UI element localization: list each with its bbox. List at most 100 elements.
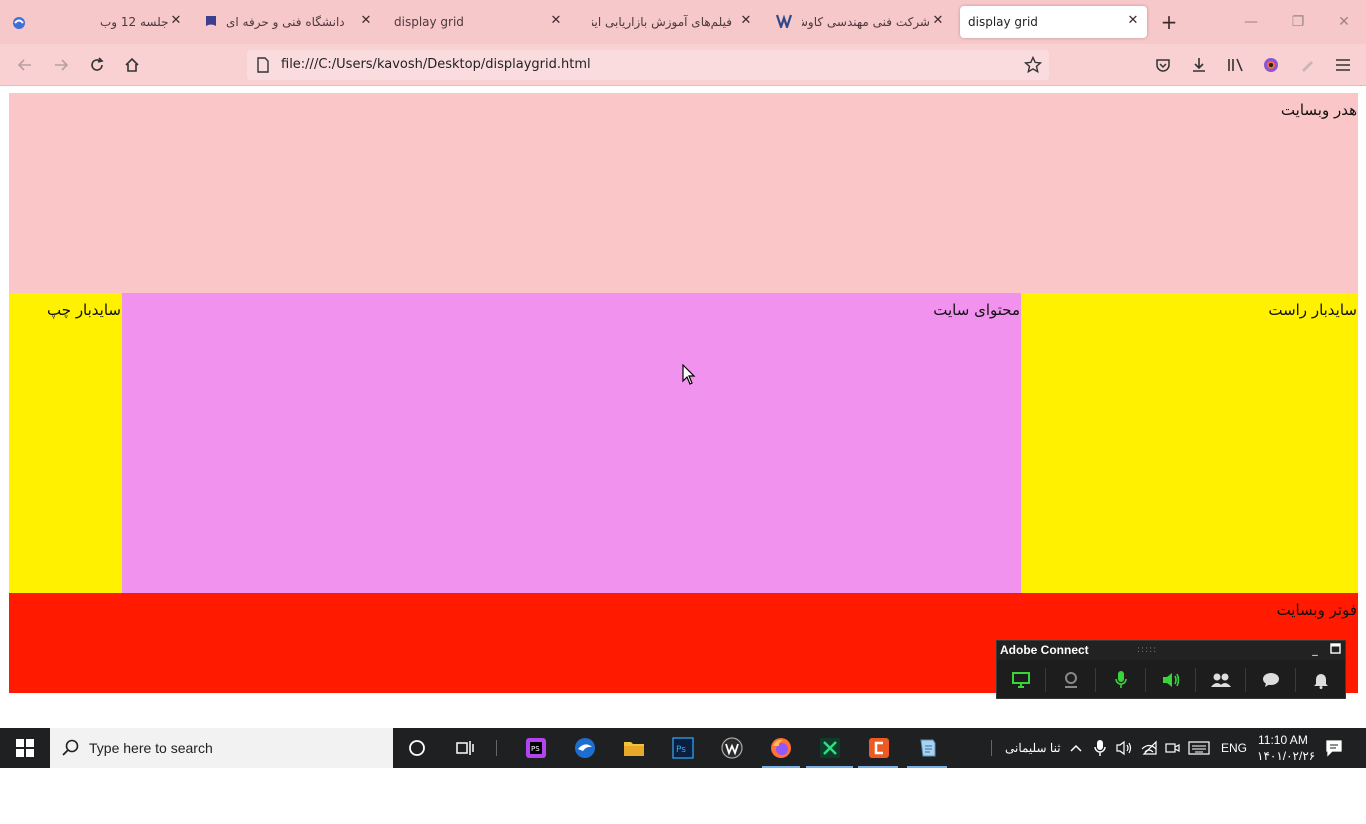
- window-minimize-icon[interactable]: —: [1241, 12, 1261, 32]
- attendees-icon[interactable]: [1209, 668, 1233, 692]
- new-tab-plus-icon[interactable]: +: [1158, 11, 1180, 33]
- menu-hamburger-icon[interactable]: [1331, 53, 1355, 77]
- meet-now-icon[interactable]: [1160, 736, 1184, 760]
- reload-icon[interactable]: [85, 53, 109, 77]
- close-tab-icon[interactable]: ✕: [738, 13, 754, 29]
- chat-bubble-icon[interactable]: [1259, 668, 1283, 692]
- adobe-connect-title: Adobe Connect: [1000, 643, 1089, 657]
- divider: [1095, 668, 1096, 692]
- close-tab-icon[interactable]: ✕: [548, 13, 564, 29]
- close-tab-icon[interactable]: ✕: [358, 13, 374, 29]
- downloads-icon[interactable]: [1187, 53, 1211, 77]
- webcam-icon[interactable]: [1059, 668, 1083, 692]
- home-icon[interactable]: [120, 53, 144, 77]
- svg-text:PS: PS: [531, 745, 540, 753]
- window-close-icon[interactable]: ✕: [1334, 12, 1354, 32]
- account-icon[interactable]: [1259, 53, 1283, 77]
- site-header: هدر وبسایت: [9, 93, 1358, 293]
- tab-title: دانشگاه فنی و حرفه ای: [226, 15, 345, 29]
- forward-arrow-icon[interactable]: [49, 53, 73, 77]
- browser-toolbar: file:///C:/Users/kavosh/Desktop/displayg…: [0, 44, 1366, 86]
- tab-web-session-12[interactable]: جلسه 12 وب ✕: [90, 6, 190, 38]
- page-viewport: هدر وبسایت سایدبار راست محتوای سایت ساید…: [0, 86, 1366, 728]
- notepad-icon[interactable]: [916, 736, 940, 760]
- close-tab-icon[interactable]: ✕: [1125, 13, 1141, 29]
- adobe-connect-widget[interactable]: Adobe Connect ::::: _: [996, 640, 1346, 699]
- kavosh-running-indicator: [806, 766, 853, 768]
- taskbar-divider: [496, 740, 497, 756]
- volume-icon[interactable]: [1112, 736, 1136, 760]
- close-tab-icon[interactable]: ✕: [168, 13, 184, 29]
- site-content: محتوای سایت: [122, 293, 1021, 593]
- drag-grip-icon[interactable]: :::::: [1137, 645, 1157, 655]
- windows-taskbar: Type here to search PS Ps ثنا سلیمانی EN…: [0, 728, 1366, 768]
- back-arrow-icon[interactable]: [13, 53, 37, 77]
- divider: [1145, 668, 1146, 692]
- wamp-server-icon[interactable]: [720, 736, 744, 760]
- tab-title: فیلم‌های آموزش بازاریابی اینتر: [592, 15, 732, 29]
- divider: [1195, 668, 1196, 692]
- file-page-icon: [256, 57, 270, 77]
- notepad-running-indicator: [907, 766, 947, 768]
- right-sidebar: سایدبار راست: [1021, 293, 1358, 593]
- file-explorer-icon[interactable]: [622, 736, 646, 760]
- show-hidden-icons-chevron-icon[interactable]: [1064, 736, 1088, 760]
- clock-time[interactable]: 11:10 AM: [1258, 733, 1308, 747]
- maximize-icon[interactable]: [1328, 643, 1342, 657]
- kavosh-favicon-icon: [775, 14, 793, 31]
- svg-text:Ps: Ps: [676, 745, 686, 755]
- tab-display-grid-1[interactable]: display grid ✕: [388, 6, 570, 38]
- phpstorm-icon[interactable]: PS: [524, 736, 548, 760]
- microphone-icon[interactable]: [1109, 668, 1133, 692]
- edit-pen-icon[interactable]: [1295, 53, 1319, 77]
- minimize-icon[interactable]: _: [1308, 643, 1322, 657]
- tab-marketing-videos[interactable]: فیلم‌های آموزش بازاریابی اینتر ✕: [578, 6, 760, 38]
- search-icon: [62, 739, 80, 761]
- kavosh-app-icon[interactable]: [818, 736, 842, 760]
- adobe-connect-titlebar[interactable]: Adobe Connect ::::: _: [997, 641, 1345, 660]
- wifi-icon[interactable]: [1137, 736, 1161, 760]
- touch-keyboard-icon[interactable]: [1187, 736, 1211, 760]
- search-placeholder: Type here to search: [89, 740, 213, 756]
- adobe-connect-running-indicator: [858, 766, 898, 768]
- mouse-cursor-icon: [682, 363, 696, 390]
- close-tab-icon[interactable]: ✕: [930, 13, 946, 29]
- firefox-view-icon[interactable]: [12, 15, 26, 29]
- window-restore-icon[interactable]: ❐: [1288, 12, 1308, 32]
- share-screen-icon[interactable]: [1009, 668, 1033, 692]
- tab-title: جلسه 12 وب: [100, 15, 169, 29]
- divider: [1045, 668, 1046, 692]
- tab-title: display grid: [394, 15, 464, 29]
- tab-display-grid-active[interactable]: display grid ✕: [960, 6, 1147, 38]
- photoshop-icon[interactable]: Ps: [671, 736, 695, 760]
- clock-date[interactable]: ۱۴۰۱/۰۲/۲۶: [1257, 749, 1315, 763]
- task-view-icon[interactable]: [453, 736, 477, 760]
- taskbar-search-box[interactable]: Type here to search: [50, 728, 393, 768]
- browser-eagle-icon[interactable]: [573, 736, 597, 760]
- firefox-running-indicator: [762, 766, 800, 768]
- speaker-icon[interactable]: [1159, 668, 1183, 692]
- signed-in-user-name[interactable]: ثنا سلیمانی: [1005, 741, 1061, 755]
- bookmark-star-icon[interactable]: [1023, 55, 1043, 78]
- microphone-tray-icon[interactable]: [1088, 736, 1112, 760]
- notification-bell-icon[interactable]: [1309, 668, 1333, 692]
- university-favicon-icon: [204, 14, 218, 28]
- left-sidebar: سایدبار چپ: [9, 293, 122, 593]
- tab-title: شرکت فنی مهندسی کاوش: [802, 15, 930, 29]
- browser-tab-strip: جلسه 12 وب ✕ دانشگاه فنی و حرفه ای ✕ dis…: [0, 0, 1366, 44]
- windows-start-icon[interactable]: [13, 736, 37, 760]
- adobe-connect-app-icon[interactable]: [867, 736, 891, 760]
- input-language[interactable]: ENG: [1221, 741, 1247, 755]
- firefox-icon[interactable]: [769, 736, 793, 760]
- divider: [1245, 668, 1246, 692]
- library-icon[interactable]: [1224, 53, 1248, 77]
- address-bar[interactable]: file:///C:/Users/kavosh/Desktop/displayg…: [247, 50, 1049, 80]
- pocket-icon[interactable]: [1151, 53, 1175, 77]
- tray-divider: [991, 740, 992, 756]
- action-center-icon[interactable]: [1322, 736, 1346, 760]
- cortana-circle-icon[interactable]: [405, 736, 429, 760]
- tab-kavosh-company[interactable]: شرکت فنی مهندسی کاوش ✕: [770, 6, 952, 38]
- divider: [1295, 668, 1296, 692]
- address-url: file:///C:/Users/kavosh/Desktop/displayg…: [281, 57, 591, 72]
- tab-university[interactable]: دانشگاه فنی و حرفه ای ✕: [198, 6, 380, 38]
